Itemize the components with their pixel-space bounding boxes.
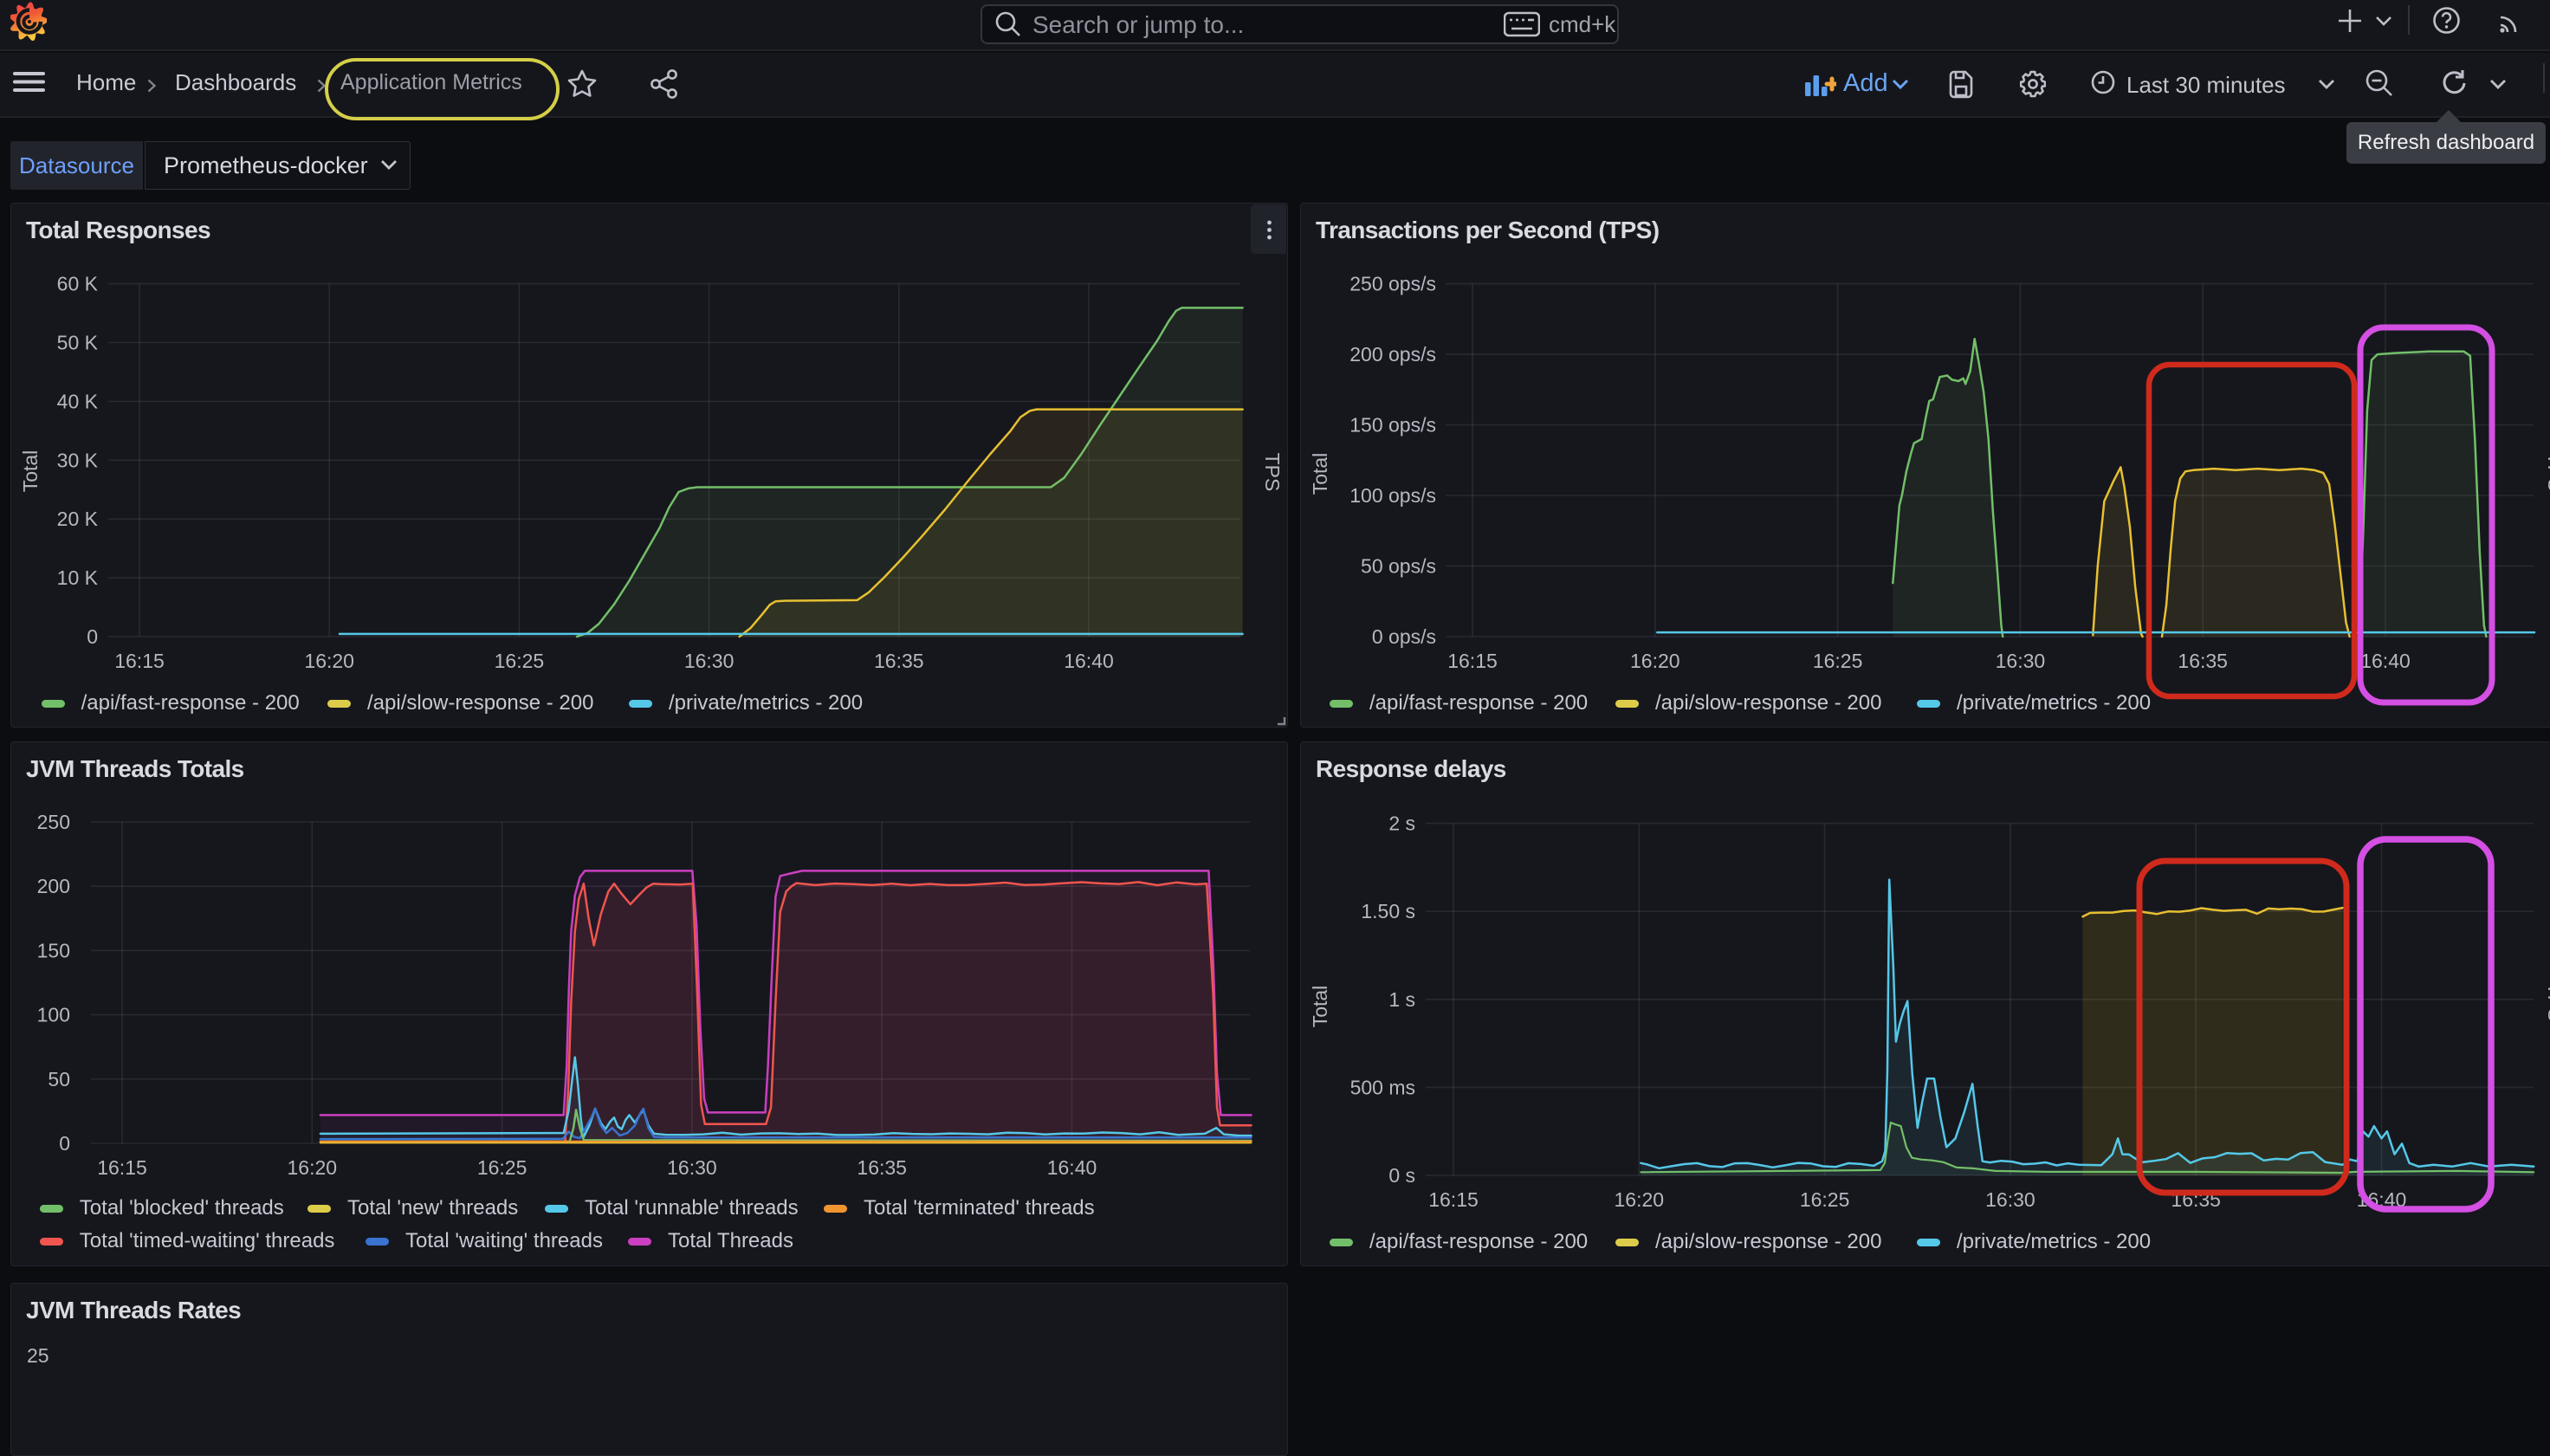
- svg-text:16:20: 16:20: [288, 1156, 338, 1179]
- svg-text:1.50 s: 1.50 s: [1361, 900, 1415, 922]
- svg-text:16:20: 16:20: [1630, 650, 1680, 672]
- svg-text:16:15: 16:15: [114, 650, 165, 672]
- svg-text:16:35: 16:35: [857, 1156, 907, 1179]
- svg-text:16:15: 16:15: [97, 1156, 147, 1179]
- svg-text:50 ops/s: 50 ops/s: [1361, 555, 1436, 578]
- svg-text:0: 0: [59, 1132, 70, 1155]
- svg-text:250 ops/s: 250 ops/s: [1349, 273, 1436, 295]
- svg-text:16:30: 16:30: [667, 1156, 717, 1179]
- svg-text:60 K: 60 K: [57, 273, 99, 295]
- svg-text:16:20: 16:20: [304, 650, 354, 672]
- svg-text:0: 0: [87, 625, 98, 648]
- svg-text:16:15: 16:15: [1447, 650, 1498, 672]
- svg-text:100 ops/s: 100 ops/s: [1349, 484, 1436, 507]
- svg-text:10 K: 10 K: [57, 566, 99, 589]
- svg-text:150: 150: [37, 939, 70, 961]
- svg-text:16:30: 16:30: [1996, 650, 2046, 672]
- svg-text:16:35: 16:35: [874, 650, 924, 672]
- svg-text:16:25: 16:25: [1800, 1188, 1850, 1211]
- svg-text:TPS: TPS: [1261, 453, 1284, 492]
- svg-text:0 s: 0 s: [1388, 1164, 1415, 1187]
- svg-text:16:35: 16:35: [2178, 650, 2228, 672]
- svg-text:50 K: 50 K: [57, 332, 99, 354]
- svg-text:TPS: TPS: [2544, 453, 2550, 492]
- svg-text:16:20: 16:20: [1615, 1188, 1665, 1211]
- svg-text:TPS: TPS: [2544, 983, 2550, 1022]
- svg-text:16:25: 16:25: [477, 1156, 527, 1179]
- svg-text:2 s: 2 s: [1388, 812, 1415, 835]
- svg-text:16:40: 16:40: [1064, 650, 1114, 672]
- svg-text:40 K: 40 K: [57, 390, 99, 412]
- svg-text:150 ops/s: 150 ops/s: [1349, 414, 1436, 437]
- svg-text:16:15: 16:15: [1428, 1188, 1479, 1211]
- svg-text:16:40: 16:40: [1047, 1156, 1097, 1179]
- svg-text:16:30: 16:30: [1985, 1188, 2035, 1211]
- svg-text:250: 250: [37, 811, 70, 833]
- svg-text:16:30: 16:30: [684, 650, 735, 672]
- svg-text:500 ms: 500 ms: [1350, 1076, 1415, 1098]
- svg-text:30 K: 30 K: [57, 449, 99, 471]
- svg-text:50: 50: [48, 1068, 70, 1090]
- svg-text:200 ops/s: 200 ops/s: [1349, 343, 1436, 366]
- svg-text:16:40: 16:40: [2360, 650, 2411, 672]
- svg-text:200: 200: [37, 875, 70, 897]
- svg-text:20 K: 20 K: [57, 508, 99, 530]
- svg-text:0 ops/s: 0 ops/s: [1372, 625, 1436, 648]
- svg-text:Total: Total: [1309, 453, 1331, 495]
- svg-text:1 s: 1 s: [1388, 988, 1415, 1011]
- svg-text:Total: Total: [1309, 986, 1331, 1028]
- svg-text:16:25: 16:25: [495, 650, 545, 672]
- svg-text:16:25: 16:25: [1813, 650, 1863, 672]
- svg-text:100: 100: [37, 1004, 70, 1026]
- svg-text:Total: Total: [19, 450, 42, 493]
